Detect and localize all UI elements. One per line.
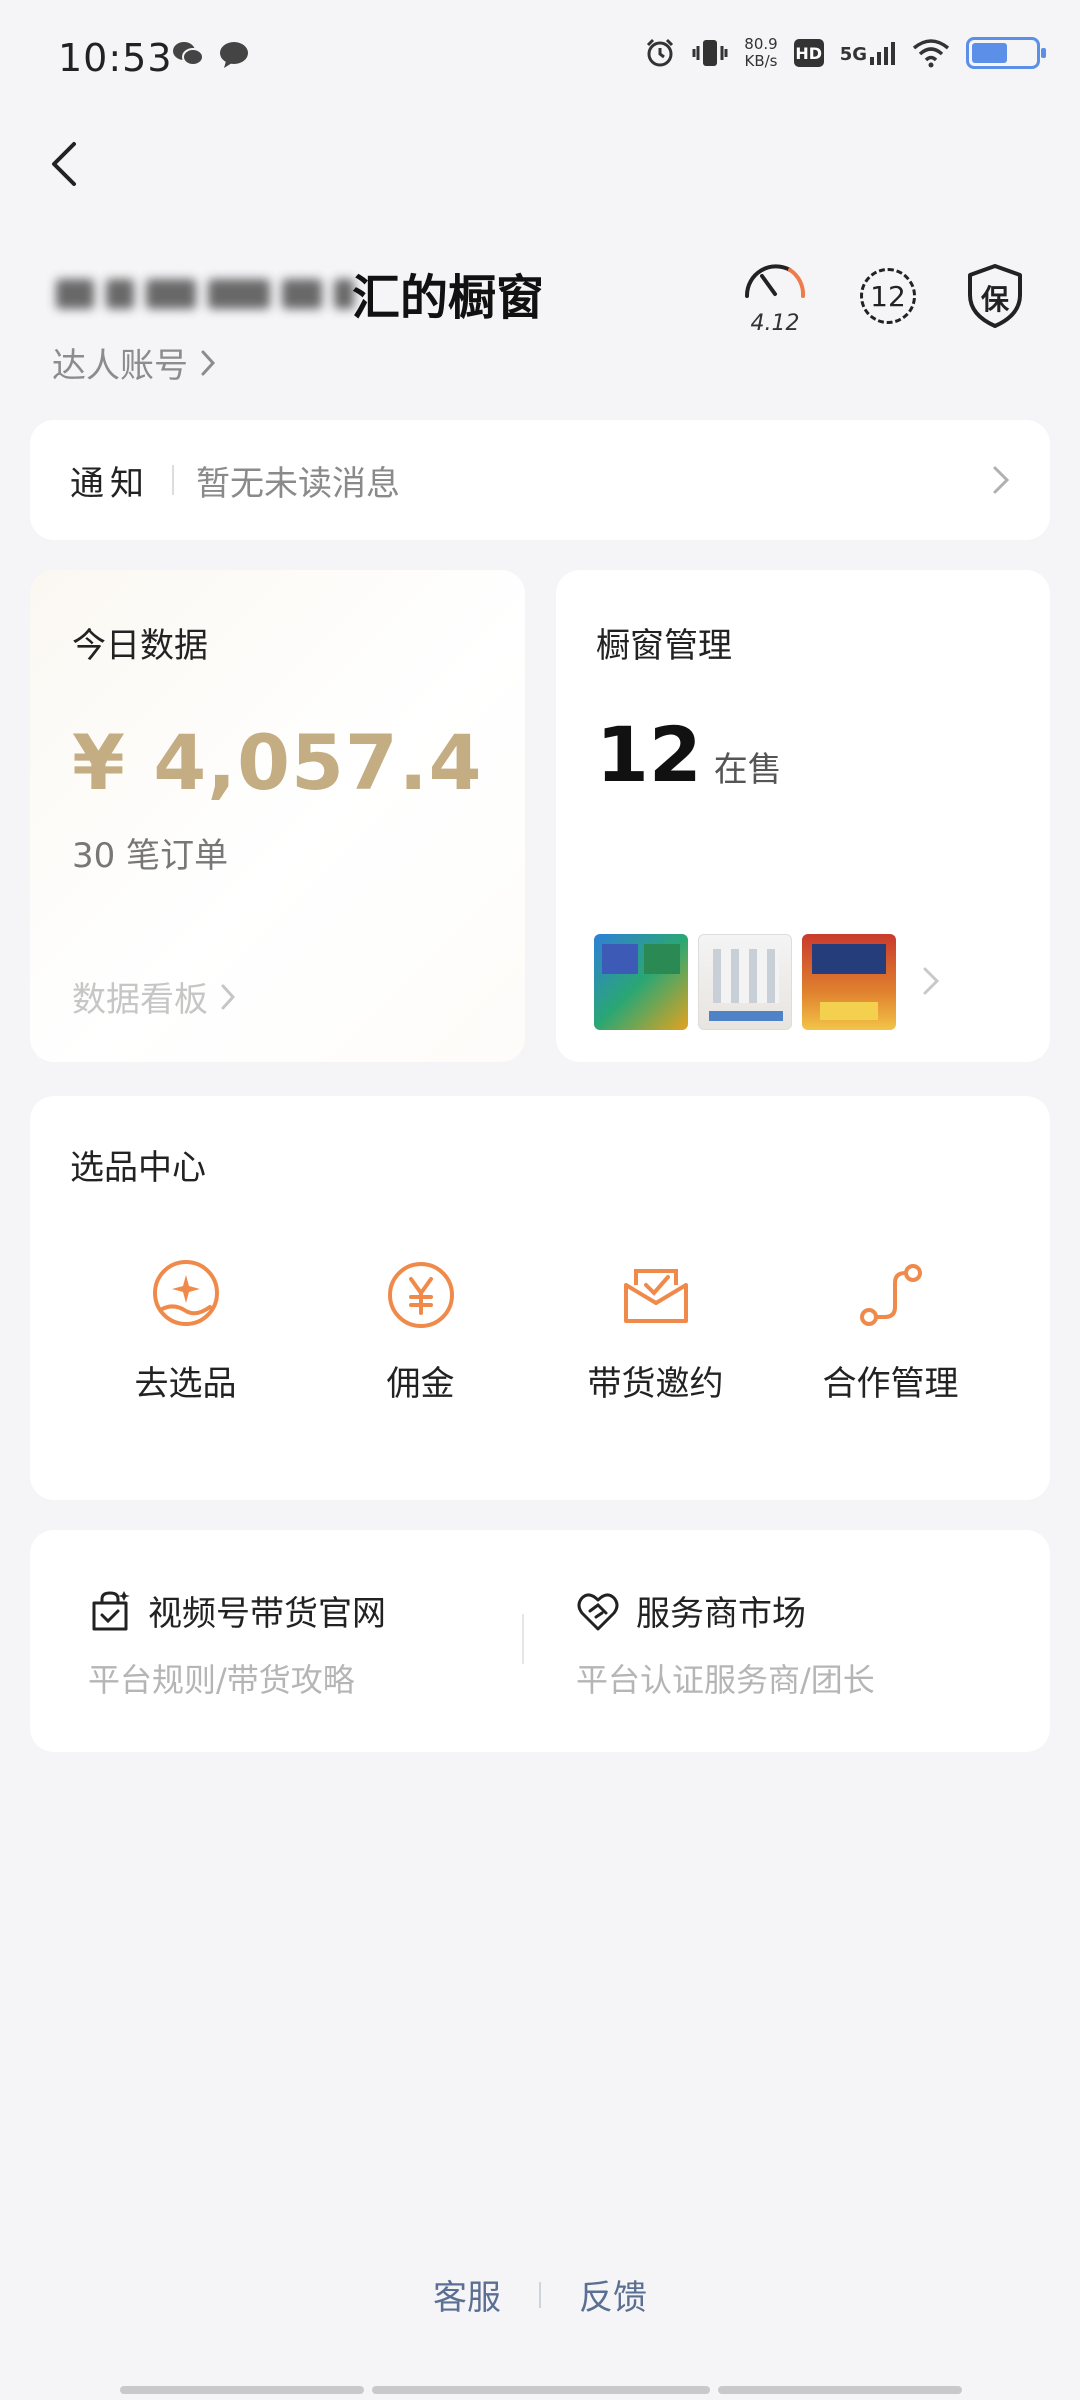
resource-links-card: 视频号带货官网 平台规则/带货攻略 服务商市场 平台认证服务商/团长 <box>30 1530 1050 1752</box>
on-sale-unit: 在售 <box>713 750 782 790</box>
official-site-link[interactable]: 视频号带货官网 平台规则/带货攻略 <box>88 1586 386 1701</box>
heart-handshake-icon <box>577 1593 619 1630</box>
account-type-label: 达人账号 <box>52 346 188 386</box>
signal-bars-icon <box>870 42 895 65</box>
select-products-button[interactable]: 去选品 <box>68 1256 303 1405</box>
product-thumbnail[interactable] <box>802 934 896 1030</box>
selection-center-title: 选品中心 <box>70 1148 206 1188</box>
score-value: 4.12 <box>750 311 800 336</box>
footer-links: 客服 反馈 <box>0 2270 1080 2319</box>
notice-divider <box>172 465 174 495</box>
page-title: 汇的橱窗 <box>352 270 545 326</box>
official-site-title: 视频号带货官网 <box>148 1594 386 1634</box>
status-system-icons: 80.9 KB/s HD 5G <box>644 36 1046 70</box>
alarm-icon <box>647 38 674 67</box>
on-sale-count: 12 在售 <box>596 710 782 799</box>
product-thumbnails <box>594 934 896 1030</box>
showcase-title: 橱窗管理 <box>596 626 732 666</box>
hd-badge: HD <box>793 39 824 67</box>
service-market-subtitle: 平台认证服务商/团长 <box>576 1661 875 1699</box>
header-actions: 4.12 12 保 <box>740 256 1024 336</box>
score-button[interactable]: 4.12 <box>740 256 810 336</box>
shopping-bag-check-icon <box>92 1590 130 1630</box>
selection-actions: 去选品 佣金 带货邀约 合作管理 <box>30 1256 1050 1405</box>
account-type-link[interactable]: 达人账号 <box>52 338 216 387</box>
status-time: 10:53 <box>58 36 173 80</box>
on-sale-number: 12 <box>596 710 702 799</box>
message-bubble-icon <box>220 42 248 68</box>
status-bar: 10:53 80.9 KB/s HD 5G <box>0 0 1080 120</box>
product-selection-center: 选品中心 去选品 佣金 带货邀约 合作管理 <box>30 1096 1050 1500</box>
blurred-shop-name <box>56 272 356 316</box>
wifi-icon <box>912 39 950 68</box>
promotion-invitation-label: 带货邀约 <box>587 1364 724 1404</box>
cooperation-management-button[interactable]: 合作管理 <box>773 1256 1008 1405</box>
data-dashboard-link[interactable]: 数据看板 <box>72 972 236 1021</box>
service-market-link[interactable]: 服务商市场 平台认证服务商/团长 <box>576 1586 875 1701</box>
chevron-left-icon <box>52 142 76 186</box>
showcase-management-card[interactable]: 橱窗管理 12 在售 <box>556 570 1050 1062</box>
cooperation-management-label: 合作管理 <box>822 1364 959 1404</box>
commission-button[interactable]: 佣金 <box>303 1256 538 1405</box>
protection-label: 保 <box>980 283 1009 316</box>
invitation-envelope-icon <box>617 1256 695 1334</box>
network-speed-unit: KB/s <box>744 52 778 70</box>
notice-text: 暂无未读消息 <box>196 463 400 504</box>
protection-button[interactable]: 保 <box>966 263 1024 329</box>
select-products-label: 去选品 <box>134 1364 237 1404</box>
chevron-right-icon <box>221 984 236 1009</box>
official-site-subtitle: 平台规则/带货攻略 <box>88 1661 355 1699</box>
network-speed-value: 80.9 <box>744 35 778 53</box>
status-notification-icons <box>172 40 250 70</box>
today-data-card[interactable]: 今日数据 ¥ 4,057.4 30 笔订单 数据看板 <box>30 570 525 1062</box>
commission-label: 佣金 <box>386 1364 455 1404</box>
today-sales-amount: ¥ 4,057.4 <box>72 718 483 807</box>
wechat-icon <box>173 42 204 66</box>
speedometer-icon <box>744 264 806 298</box>
page: 10:53 80.9 KB/s HD 5G 汇的橱窗 达人账号 4.12 12 … <box>0 0 1080 2400</box>
today-order-count: 30 笔订单 <box>72 836 229 876</box>
count-badge-button[interactable]: 12 <box>860 268 916 324</box>
product-thumbnail[interactable] <box>698 934 792 1030</box>
back-button[interactable] <box>34 134 94 194</box>
vibrate-icon <box>692 40 728 66</box>
battery-fill <box>972 43 1007 63</box>
chevron-right-icon <box>993 466 1010 494</box>
today-data-title: 今日数据 <box>72 626 208 666</box>
network-speed: 80.9 KB/s <box>744 36 777 70</box>
battery-icon <box>966 37 1046 69</box>
customer-service-link[interactable]: 客服 <box>433 2270 501 2319</box>
network-type: 5G <box>839 44 867 65</box>
data-dashboard-label: 数据看板 <box>72 980 208 1020</box>
chevron-right-icon[interactable] <box>922 966 940 996</box>
feedback-link[interactable]: 反馈 <box>579 2270 647 2319</box>
cooperation-path-icon <box>852 1256 930 1334</box>
notice-bar[interactable]: 通知 暂无未读消息 <box>30 420 1050 540</box>
gesture-navigation-bar[interactable] <box>120 2386 962 2394</box>
service-market-title: 服务商市场 <box>636 1594 806 1634</box>
chevron-right-icon <box>201 350 216 375</box>
select-product-icon <box>147 1256 225 1334</box>
product-thumbnail[interactable] <box>594 934 688 1030</box>
links-divider <box>522 1614 524 1664</box>
yen-commission-icon <box>382 1256 460 1334</box>
signal-icon: 5G <box>840 41 896 65</box>
footer-divider <box>539 2281 541 2308</box>
promotion-invitation-button[interactable]: 带货邀约 <box>538 1256 773 1405</box>
notice-label: 通知 <box>70 463 150 504</box>
